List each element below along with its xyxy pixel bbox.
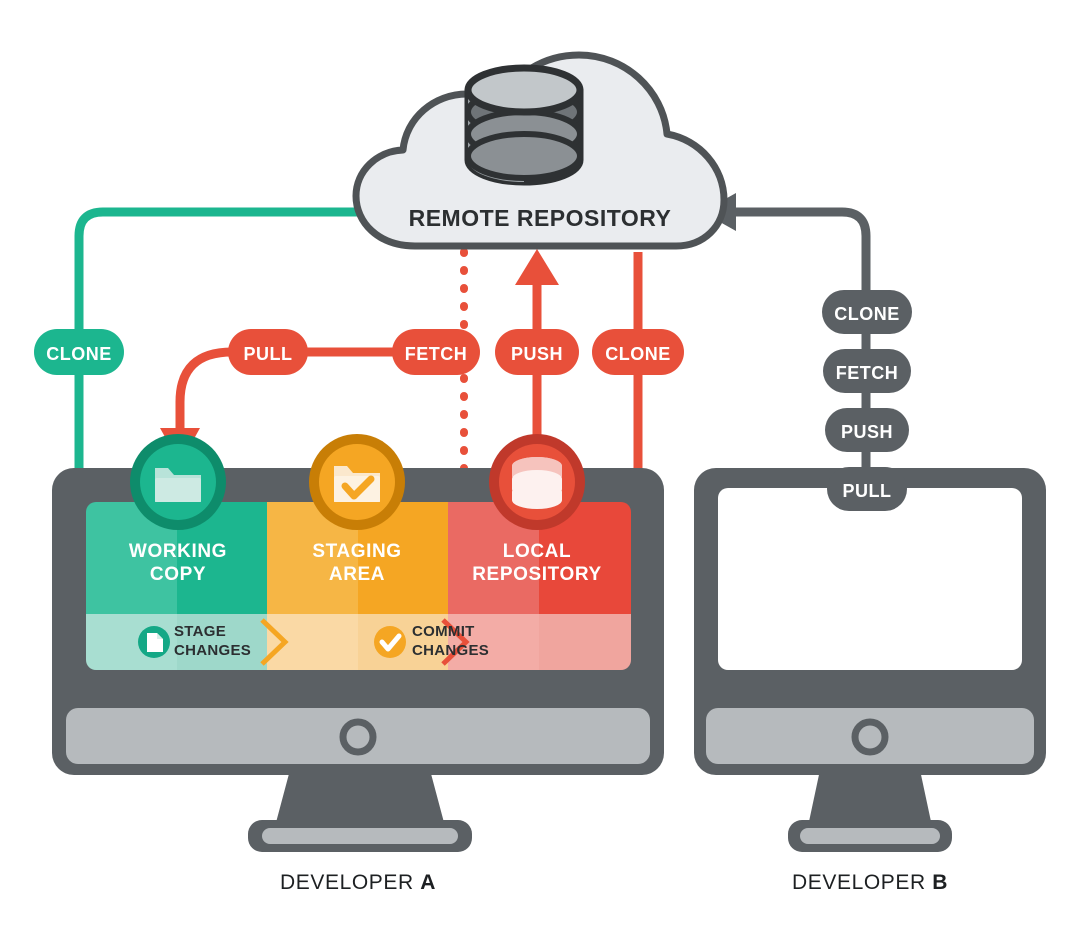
developer-b-letter: B — [932, 871, 948, 894]
pill-clone-right-label: CLONE — [605, 344, 671, 364]
col-title-working-1: WORKING — [129, 541, 227, 562]
col-title-local-2: REPOSITORY — [472, 564, 602, 585]
strip-staging-left — [267, 614, 358, 670]
monitor-b-chin — [706, 708, 1034, 764]
pill-fetch[interactable]: FETCH — [392, 329, 480, 375]
check-circle-icon — [374, 626, 406, 658]
pill-dev-b-fetch-label: FETCH — [836, 363, 899, 383]
monitor-a-foot-highlight — [262, 828, 458, 844]
database-icon-local — [489, 434, 585, 530]
push-arrowhead — [515, 249, 559, 285]
action-stage-1: STAGE — [174, 623, 226, 640]
pill-clone-right[interactable]: CLONE — [592, 329, 684, 375]
pill-clone-left-label: CLONE — [46, 344, 112, 364]
col-title-staging-2: AREA — [329, 564, 385, 585]
action-stage-2: CHANGES — [174, 642, 251, 659]
pill-dev-b-pull[interactable]: PULL — [827, 467, 907, 511]
pill-pull-label: PULL — [244, 344, 293, 364]
strip-local-right — [539, 614, 631, 670]
developer-b-monitor — [694, 468, 1046, 852]
pill-dev-b-clone[interactable]: CLONE — [822, 290, 912, 334]
action-commit-2: CHANGES — [412, 642, 489, 659]
pill-dev-b-push[interactable]: PUSH — [825, 408, 909, 452]
monitor-a-chin — [66, 708, 650, 764]
monitor-b-foot-highlight — [800, 828, 940, 844]
pill-dev-b-clone-label: CLONE — [834, 304, 900, 324]
developer-a-label: DEVELOPER A — [280, 871, 436, 894]
pill-clone-left[interactable]: CLONE — [34, 329, 124, 375]
pill-dev-b-fetch[interactable]: FETCH — [823, 349, 911, 393]
pill-pull[interactable]: PULL — [228, 329, 308, 375]
cloud-label: REMOTE REPOSITORY — [409, 205, 672, 231]
developer-b-label: DEVELOPER B — [792, 871, 948, 894]
monitor-b-screen — [718, 488, 1022, 670]
folder-icon — [130, 434, 226, 530]
col-title-staging-1: STAGING — [312, 541, 401, 562]
pill-fetch-label: FETCH — [405, 344, 468, 364]
pill-dev-b-push-label: PUSH — [841, 422, 893, 442]
document-icon — [138, 626, 170, 658]
action-commit-1: COMMIT — [412, 623, 475, 640]
diagram-canvas: WORKING COPY STAGING AREA LOCAL REPOSITO… — [0, 0, 1080, 940]
developer-b-prefix: DEVELOPER — [792, 871, 932, 894]
folder-check-icon — [309, 434, 405, 530]
developer-a-letter: A — [420, 871, 436, 894]
remote-repository-cloud: REMOTE REPOSITORY — [352, 51, 728, 250]
developer-a-prefix: DEVELOPER — [280, 871, 420, 894]
col-title-local-1: LOCAL — [503, 541, 571, 562]
database-icon-remote — [464, 64, 584, 186]
pill-dev-b-pull-label: PULL — [843, 481, 892, 501]
pill-push-label: PUSH — [511, 344, 563, 364]
pill-push[interactable]: PUSH — [495, 329, 579, 375]
col-title-working-2: COPY — [150, 564, 206, 585]
